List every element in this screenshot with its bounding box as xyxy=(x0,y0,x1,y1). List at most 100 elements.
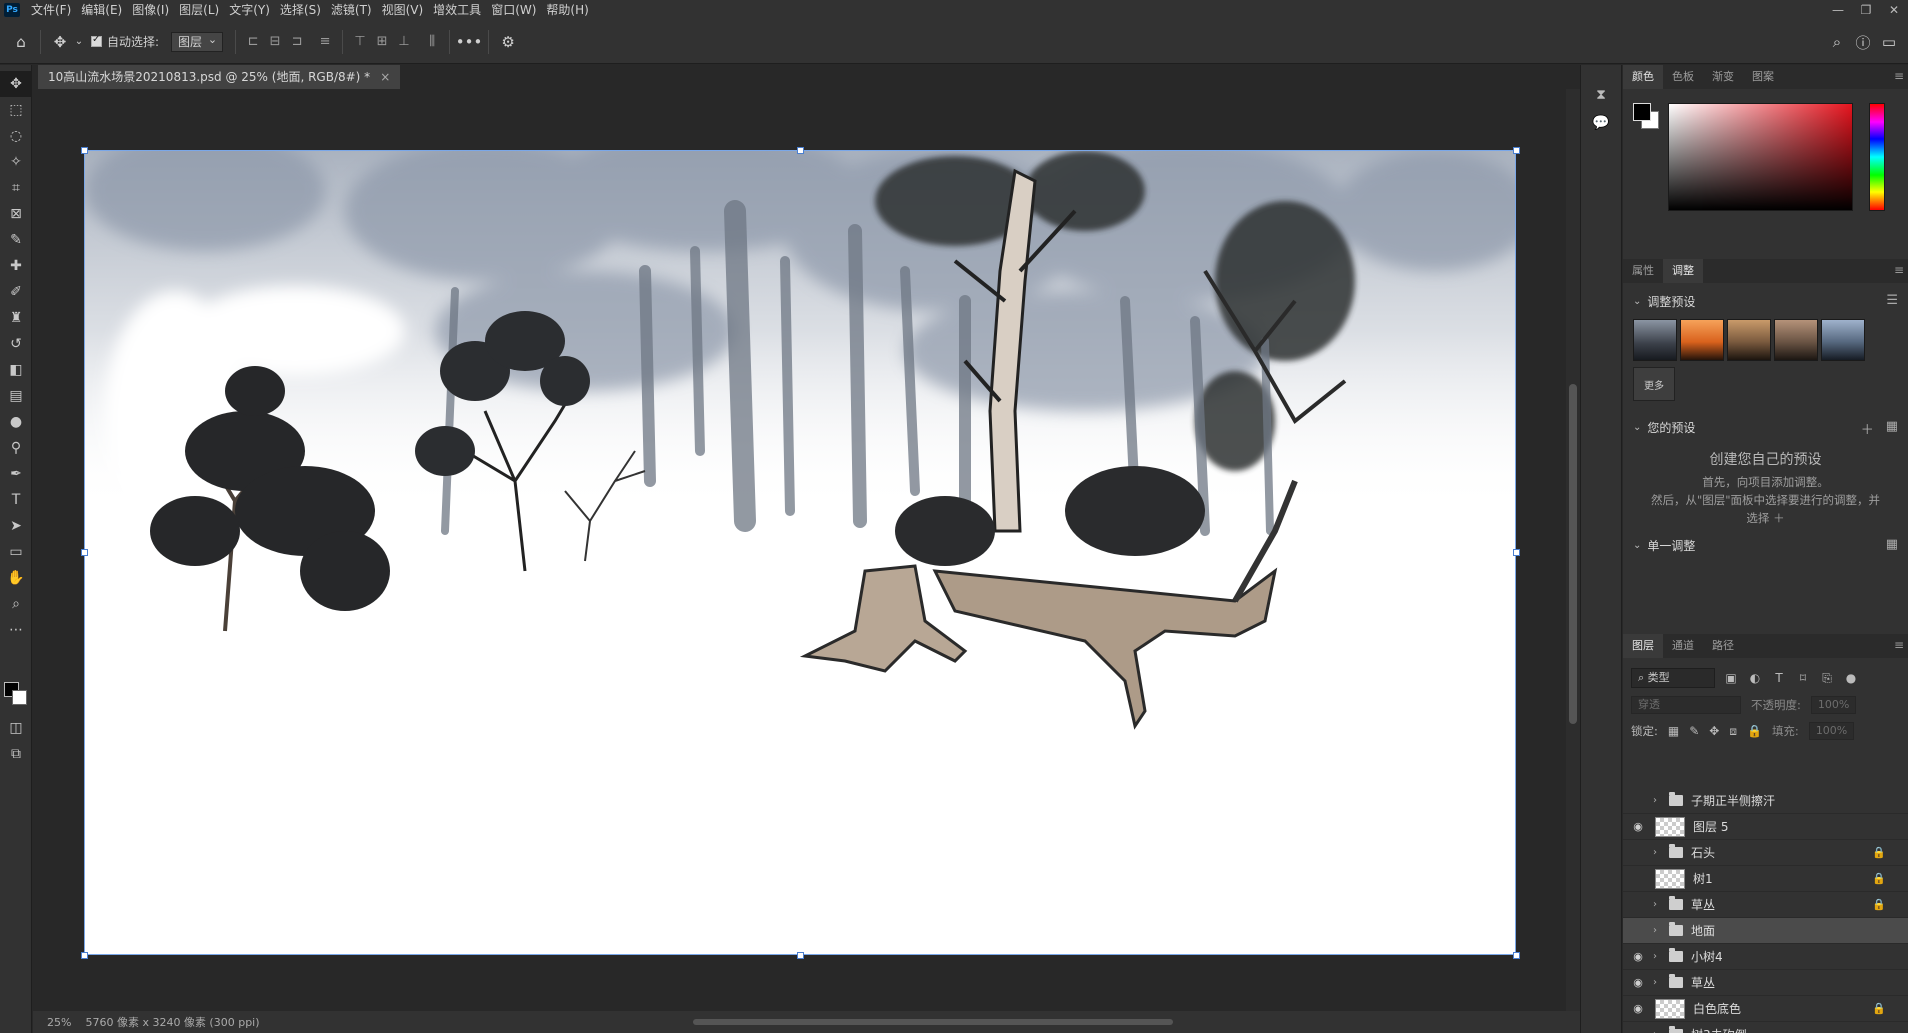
menu-file[interactable]: 文件(F) xyxy=(26,0,76,20)
menu-help[interactable]: 帮助(H) xyxy=(541,0,593,20)
adjustment-presets-header[interactable]: ⌄ 调整预设 ☰ xyxy=(1623,289,1908,313)
menu-window[interactable]: 窗口(W) xyxy=(486,0,541,20)
preset-thumb-5[interactable] xyxy=(1821,319,1865,361)
menu-type[interactable]: 文字(Y) xyxy=(224,0,275,20)
align-top-icon[interactable]: ⊤ xyxy=(349,31,371,53)
panel-menu-icon[interactable]: ≡ xyxy=(1894,638,1904,652)
your-presets-header[interactable]: ⌄ 您的预设 ＋ ▦ xyxy=(1623,415,1908,439)
history-icon[interactable]: ⧗ xyxy=(1581,81,1621,109)
menu-filter[interactable]: 滤镜(T) xyxy=(326,0,377,20)
distribute-v-icon[interactable]: ≡ xyxy=(314,31,336,53)
layer-row[interactable]: ◉ › 子期正半侧擦汗 xyxy=(1623,788,1908,814)
menu-edit[interactable]: 编辑(E) xyxy=(76,0,127,20)
align-left-icon[interactable]: ⊏ xyxy=(242,31,264,53)
menu-select[interactable]: 选择(S) xyxy=(275,0,326,20)
transform-handle-top-right[interactable] xyxy=(1513,147,1520,154)
close-icon[interactable]: ✕ xyxy=(1880,0,1908,20)
panel-menu-icon[interactable]: ≡ xyxy=(1894,69,1904,83)
filter-adjustment-icon[interactable]: ◐ xyxy=(1747,671,1763,685)
chevron-right-icon[interactable]: › xyxy=(1653,925,1665,936)
layer-name[interactable]: 石头 xyxy=(1691,844,1715,861)
layer-name[interactable]: 子期正半侧擦汗 xyxy=(1691,792,1775,809)
canvas-area[interactable] xyxy=(38,89,1566,1011)
chevron-right-icon[interactable]: › xyxy=(1653,795,1665,806)
tab-channels[interactable]: 通道 xyxy=(1663,634,1703,658)
distribute-h-icon[interactable]: ⫼ xyxy=(421,31,443,53)
visibility-eye-icon[interactable]: ◉ xyxy=(1627,976,1649,989)
tab-properties[interactable]: 属性 xyxy=(1623,259,1663,283)
filter-pixel-icon[interactable]: ▣ xyxy=(1723,671,1739,685)
layer-row[interactable]: ◉ › 地面 xyxy=(1623,918,1908,944)
workspace-icon[interactable]: ▭ xyxy=(1876,29,1902,55)
search-icon[interactable]: ⌕ xyxy=(1824,29,1850,55)
panel-menu-icon[interactable]: ≡ xyxy=(1894,263,1904,277)
tab-patterns[interactable]: 图案 xyxy=(1743,65,1783,89)
scrollbar-thumb[interactable] xyxy=(1569,384,1577,724)
transform-handle-top-left[interactable] xyxy=(81,147,88,154)
visibility-eye-icon[interactable]: ◉ xyxy=(1627,950,1649,963)
blur-tool-icon[interactable]: ● xyxy=(0,409,32,435)
preset-thumb-2[interactable] xyxy=(1680,319,1724,361)
layer-name[interactable]: 草丛 xyxy=(1691,896,1715,913)
lock-position-icon[interactable]: ✥ xyxy=(1709,724,1719,738)
tab-gradients[interactable]: 渐变 xyxy=(1703,65,1743,89)
filter-toggle-icon[interactable]: ● xyxy=(1843,671,1859,685)
minimize-icon[interactable]: — xyxy=(1824,0,1852,20)
layer-row[interactable]: ◉ › 小树4 xyxy=(1623,944,1908,970)
fill-field[interactable]: 100% xyxy=(1808,722,1855,740)
layer-row[interactable]: ◉ 图层 5 xyxy=(1623,814,1908,840)
layer-name[interactable]: 图层 5 xyxy=(1693,818,1728,835)
tab-layers[interactable]: 图层 xyxy=(1623,634,1663,658)
path-selection-tool-icon[interactable]: ➤ xyxy=(0,513,32,539)
preset-thumb-3[interactable] xyxy=(1727,319,1771,361)
auto-select-checkbox[interactable]: 自动选择: xyxy=(91,33,159,50)
quick-mask-icon[interactable]: ◫ xyxy=(0,715,32,741)
tab-adjustments[interactable]: 调整 xyxy=(1663,259,1703,283)
history-brush-tool-icon[interactable]: ↺ xyxy=(0,331,32,357)
menu-layer[interactable]: 图层(L) xyxy=(174,0,224,20)
filter-smart-object-icon[interactable]: ⎘ xyxy=(1819,671,1835,686)
rectangle-tool-icon[interactable]: ▭ xyxy=(0,539,32,565)
chevron-right-icon[interactable]: › xyxy=(1653,847,1665,858)
checkbox-checked-icon[interactable] xyxy=(91,34,102,47)
zoom-level[interactable]: 25% xyxy=(47,1016,71,1029)
grid-view-icon[interactable]: ▦ xyxy=(1886,537,1898,552)
hue-slider[interactable] xyxy=(1869,103,1885,211)
help-icon[interactable]: ⓘ xyxy=(1850,29,1876,55)
restore-icon[interactable]: ❐ xyxy=(1852,0,1880,20)
align-right-icon[interactable]: ⊐ xyxy=(286,31,308,53)
move-tool-icon[interactable]: ✥ xyxy=(47,29,73,55)
magic-wand-tool-icon[interactable]: ✧ xyxy=(0,149,32,175)
healing-brush-tool-icon[interactable]: ✚ xyxy=(0,253,32,279)
grid-view-icon[interactable]: ▦ xyxy=(1886,419,1898,438)
transform-handle-left[interactable] xyxy=(81,549,88,556)
vertical-scrollbar[interactable] xyxy=(1566,89,1580,1011)
dodge-tool-icon[interactable]: ⚲ xyxy=(0,435,32,461)
align-center-h-icon[interactable]: ⊟ xyxy=(264,31,286,53)
brush-tool-icon[interactable]: ✐ xyxy=(0,279,32,305)
visibility-eye-icon[interactable]: ◉ xyxy=(1627,820,1649,833)
hand-tool-icon[interactable]: ✋ xyxy=(0,565,32,591)
frame-tool-icon[interactable]: ⊠ xyxy=(0,201,32,227)
transform-handle-bottom[interactable] xyxy=(797,952,804,959)
filter-type-icon[interactable]: T xyxy=(1771,671,1787,685)
chevron-right-icon[interactable]: › xyxy=(1653,951,1665,962)
preset-thumb-1[interactable] xyxy=(1633,319,1677,361)
chevron-right-icon[interactable]: › xyxy=(1653,1029,1665,1033)
gradient-tool-icon[interactable]: ▤ xyxy=(0,383,32,409)
opacity-field[interactable]: 100% xyxy=(1810,696,1857,714)
lasso-tool-icon[interactable]: ◌ xyxy=(0,123,32,149)
lock-all-icon[interactable]: 🔒 xyxy=(1747,724,1762,738)
lock-transparent-icon[interactable]: ▦ xyxy=(1668,724,1679,738)
auto-select-target-dropdown[interactable]: 图层 xyxy=(171,31,224,52)
align-bottom-icon[interactable]: ⊥ xyxy=(393,31,415,53)
visibility-eye-icon[interactable]: ◉ xyxy=(1627,794,1649,807)
filter-shape-icon[interactable]: ⌑ xyxy=(1795,671,1811,685)
type-tool-icon[interactable]: T xyxy=(0,487,32,513)
more-presets-button[interactable]: 更多 xyxy=(1633,367,1675,401)
home-icon[interactable]: ⌂ xyxy=(8,29,34,55)
tab-swatches[interactable]: 色板 xyxy=(1663,65,1703,89)
more-options-icon[interactable]: ••• xyxy=(456,29,483,55)
layer-name[interactable]: 树3未砍倒 xyxy=(1691,1026,1747,1033)
menu-plugins[interactable]: 增效工具 xyxy=(428,0,486,20)
